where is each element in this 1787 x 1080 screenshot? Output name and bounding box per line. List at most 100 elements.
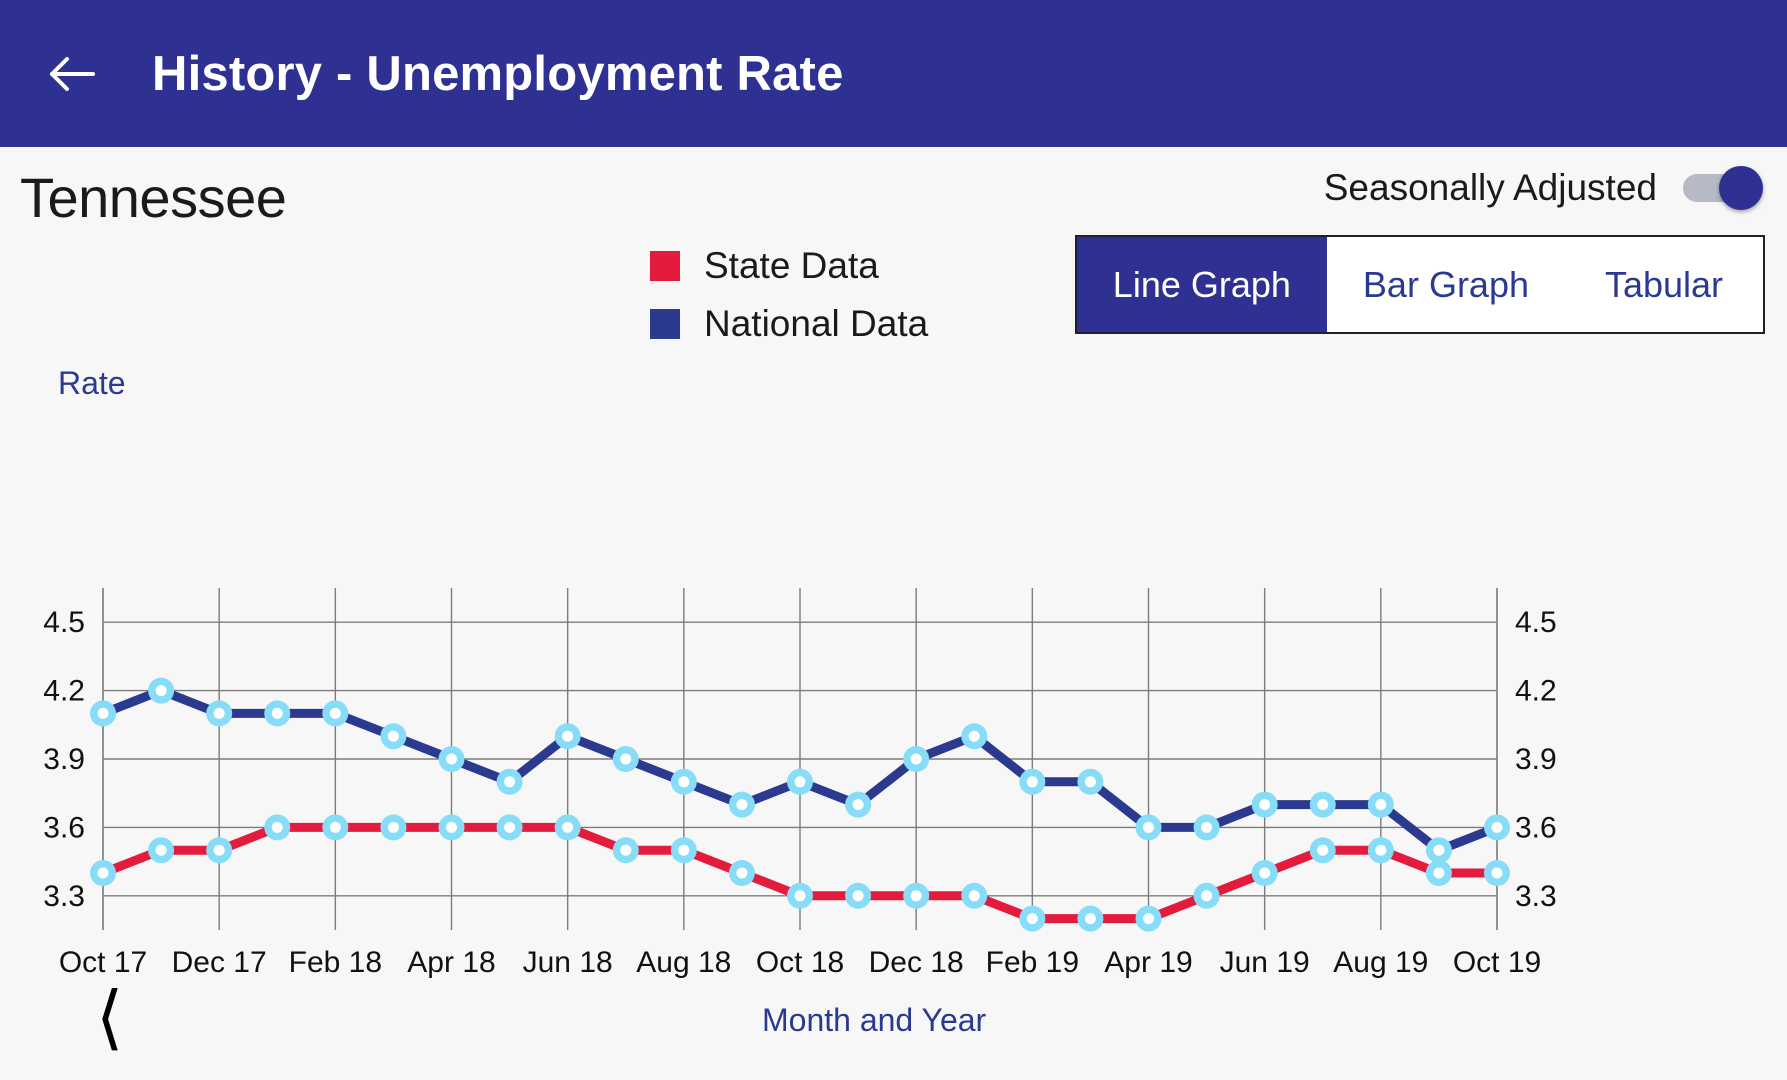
x-tick-label: Feb 19 <box>986 946 1079 979</box>
data-point-marker[interactable] <box>148 677 175 704</box>
data-point-center <box>1317 799 1329 811</box>
data-point-center <box>446 753 457 765</box>
data-point-marker[interactable] <box>322 814 349 841</box>
data-point-center <box>678 776 690 788</box>
data-point-marker[interactable] <box>787 882 813 909</box>
data-point-marker[interactable] <box>1077 768 1104 795</box>
data-point-center <box>1201 821 1213 833</box>
data-point-marker[interactable] <box>903 746 930 772</box>
data-point-center <box>504 776 516 788</box>
data-point-marker[interactable] <box>1425 860 1452 886</box>
data-point-marker[interactable] <box>1251 791 1278 818</box>
data-point-marker[interactable] <box>438 814 465 841</box>
data-point-marker[interactable] <box>961 882 988 909</box>
data-point-marker[interactable] <box>1367 791 1394 818</box>
legend-label-state-data: State Data <box>704 245 879 286</box>
x-tick-label: Dec 17 <box>172 946 267 979</box>
data-point-marker[interactable] <box>845 791 872 818</box>
seasonally-adjusted-toggle[interactable] <box>1683 166 1763 210</box>
data-point-marker[interactable] <box>380 723 407 750</box>
data-point-marker[interactable] <box>903 882 930 909</box>
data-point-marker[interactable] <box>438 746 465 772</box>
y-tick-label-right: 4.5 <box>1515 606 1557 639</box>
data-point-marker[interactable] <box>1077 905 1104 932</box>
data-point-marker[interactable] <box>787 768 813 795</box>
data-point-marker[interactable] <box>961 723 988 750</box>
data-point-marker[interactable] <box>90 860 116 886</box>
data-point-marker[interactable] <box>206 837 233 864</box>
data-point-center <box>1143 913 1154 925</box>
data-point-center <box>155 844 167 856</box>
data-point-marker[interactable] <box>845 882 872 909</box>
markers-national-data <box>90 677 1510 864</box>
data-point-marker[interactable] <box>496 814 523 841</box>
x-tick-label: Oct 19 <box>1453 946 1541 979</box>
data-point-marker[interactable] <box>1367 837 1394 864</box>
data-point-marker[interactable] <box>612 746 639 772</box>
legend-item-state-data: State Data <box>650 245 928 287</box>
seasonally-adjusted-control: Seasonally Adjusted <box>1324 166 1763 210</box>
data-point-marker[interactable] <box>496 768 523 795</box>
data-point-marker[interactable] <box>1484 814 1510 841</box>
y-axis-tick-labels: 3.3 3.3 3.6 3.6 3.9 3.9 4.2 4.2 4.5 4.5 <box>43 606 1556 913</box>
arrow-left-icon[interactable] <box>46 47 100 101</box>
data-point-marker[interactable] <box>380 814 407 841</box>
x-tick-label: Apr 18 <box>407 946 495 979</box>
y-tick-label-right: 3.3 <box>1515 880 1557 913</box>
y-axis-title: Rate <box>58 365 126 401</box>
tab-line-graph[interactable]: Line Graph <box>1076 237 1327 332</box>
data-point-marker[interactable] <box>1425 837 1452 864</box>
data-point-center <box>736 867 748 879</box>
data-point-marker[interactable] <box>670 837 697 864</box>
x-tick-label: Aug 18 <box>636 946 731 979</box>
x-tick-label: Dec 18 <box>869 946 964 979</box>
y-tick-label-left: 3.3 <box>43 880 85 913</box>
data-point-marker[interactable] <box>612 837 639 864</box>
data-point-marker[interactable] <box>1193 814 1220 841</box>
data-point-center <box>1259 799 1271 811</box>
data-point-marker[interactable] <box>554 814 581 841</box>
data-point-marker[interactable] <box>1484 860 1510 886</box>
data-point-marker[interactable] <box>728 860 755 886</box>
data-point-marker[interactable] <box>1309 791 1336 818</box>
tab-bar-graph[interactable]: Bar Graph <box>1327 237 1565 332</box>
legend-label-national-data: National Data <box>704 303 929 344</box>
data-point-center <box>852 799 864 811</box>
data-point-marker[interactable] <box>264 700 291 727</box>
data-point-marker[interactable] <box>1309 837 1336 864</box>
series-national-data <box>98 686 1502 855</box>
data-point-center <box>213 707 225 719</box>
data-point-center <box>97 867 109 879</box>
data-point-marker[interactable] <box>322 700 349 727</box>
data-point-center <box>329 707 341 719</box>
y-tick-label-right: 3.9 <box>1515 743 1557 776</box>
data-point-marker[interactable] <box>1251 860 1278 886</box>
legend-swatch-state-data <box>650 251 680 281</box>
data-point-marker[interactable] <box>1019 905 1046 932</box>
y-tick-label-left: 3.9 <box>43 743 85 776</box>
data-point-center <box>1259 867 1271 879</box>
data-point-center <box>1433 844 1445 856</box>
x-tick-label: Jun 19 <box>1220 946 1310 979</box>
data-point-center <box>446 821 457 833</box>
data-point-marker[interactable] <box>264 814 291 841</box>
data-point-marker[interactable] <box>206 700 233 727</box>
data-point-marker[interactable] <box>90 700 116 727</box>
tab-tabular[interactable]: Tabular <box>1565 237 1763 332</box>
data-point-marker[interactable] <box>670 768 697 795</box>
chevron-left-icon[interactable]: ⟨ <box>96 982 123 1052</box>
data-point-center <box>1491 867 1503 879</box>
data-point-marker[interactable] <box>1135 905 1162 932</box>
data-point-marker[interactable] <box>148 837 175 864</box>
data-point-center <box>852 890 864 902</box>
data-point-marker[interactable] <box>1193 882 1220 909</box>
data-point-center <box>1026 776 1038 788</box>
data-point-center <box>794 890 806 902</box>
data-point-center <box>387 730 399 742</box>
data-point-marker[interactable] <box>728 791 755 818</box>
data-point-marker[interactable] <box>1135 814 1162 841</box>
data-point-marker[interactable] <box>554 723 581 750</box>
data-point-marker[interactable] <box>1019 768 1046 795</box>
data-point-center <box>736 799 748 811</box>
data-point-center <box>97 707 109 719</box>
